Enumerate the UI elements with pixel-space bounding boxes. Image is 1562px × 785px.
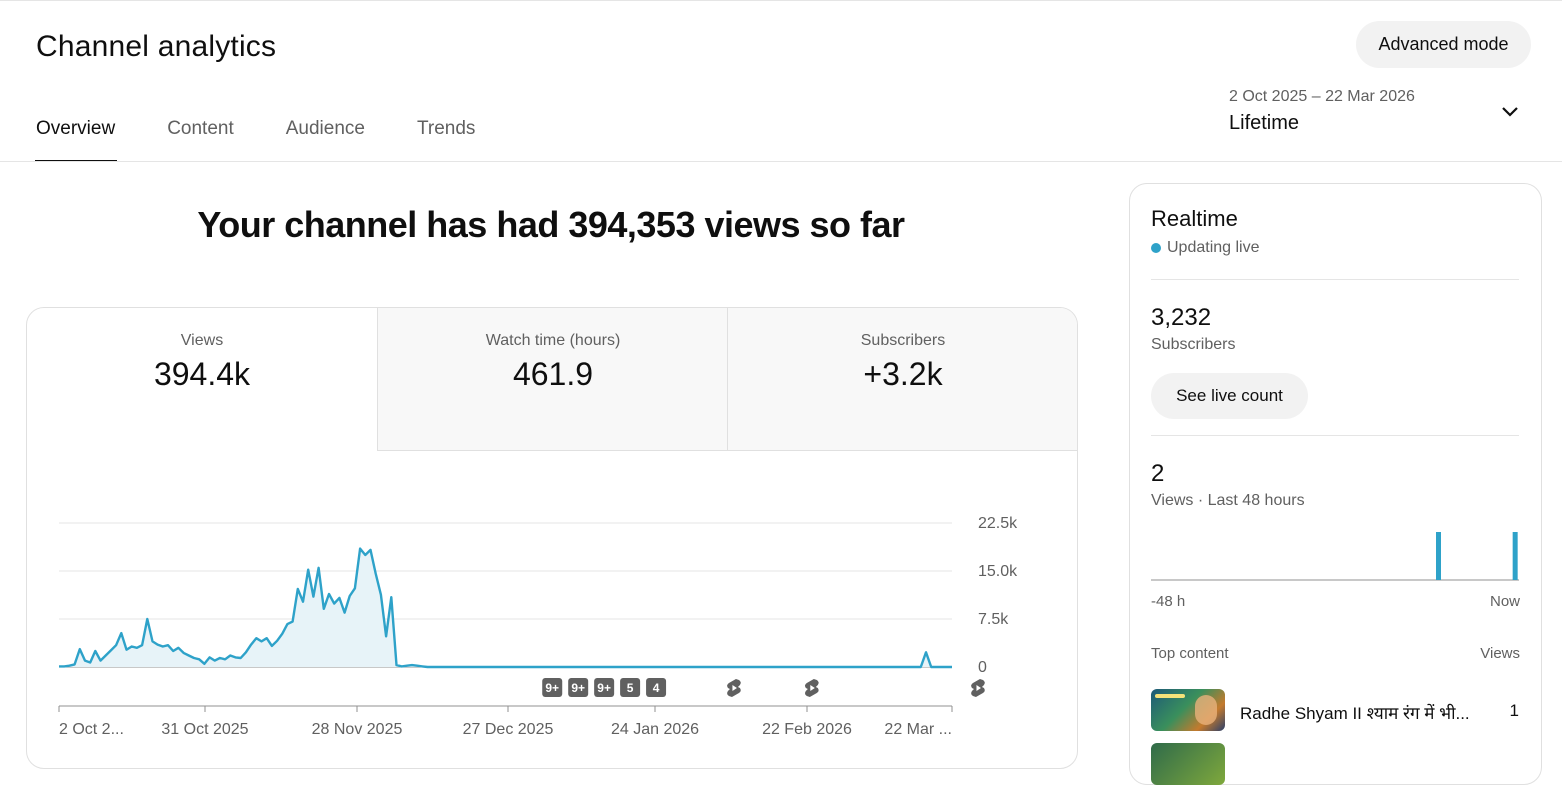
y-tick-label: 0: [978, 659, 987, 676]
shorts-icon: [805, 679, 819, 697]
realtime-panel: Realtime Updating live 3,232 Subscribers…: [1129, 183, 1542, 785]
advanced-mode-button[interactable]: Advanced mode: [1356, 21, 1531, 68]
x-tick-label: 31 Oct 2025: [161, 721, 248, 738]
top-content-row[interactable]: Radhe Shyam II श्याम रंग में भी... 1: [1151, 689, 1519, 733]
overview-chart-card: Views 394.4k Watch time (hours) 461.9 Su…: [26, 307, 1078, 769]
realtime-bar: [1512, 532, 1518, 580]
date-range-text: 2 Oct 2025 – 22 Mar 2026: [1229, 88, 1415, 105]
upload-marker-label: 9+: [597, 681, 611, 695]
chevron-down-icon: [1502, 107, 1518, 117]
tab-content[interactable]: Content: [167, 118, 234, 162]
upload-marker: 9+: [542, 678, 563, 697]
page-title: Channel analytics: [36, 30, 277, 63]
realtime-bar: [1436, 532, 1441, 580]
realtime-views-count: 2: [1151, 460, 1165, 487]
mini-axis-left: -48 h: [1151, 593, 1186, 610]
subscribers-count: 3,232: [1151, 304, 1212, 331]
y-tick-label: 22.5k: [978, 515, 1018, 532]
total-views-headline: Your channel has had 394,353 views so fa…: [197, 204, 905, 245]
realtime-title: Realtime: [1151, 206, 1238, 231]
upload-marker: 9+: [568, 678, 589, 697]
divider: [1151, 279, 1519, 280]
upload-marker-label: 4: [653, 681, 660, 695]
divider: [1151, 435, 1519, 436]
tab-audience[interactable]: Audience: [286, 118, 365, 162]
shorts-icon: [971, 679, 985, 697]
top-divider: [0, 0, 1562, 1]
subscribers-label: Subscribers: [1151, 336, 1236, 353]
x-tick-label: 24 Jan 2026: [611, 721, 699, 738]
tab-bar: Overview Content Audience Trends: [34, 118, 527, 162]
video-views: 1: [1509, 701, 1519, 720]
video-title: Radhe Shyam II श्याम रंग में भी...: [1240, 704, 1470, 723]
mini-axis-right: Now: [1489, 593, 1520, 610]
upload-marker-label: 9+: [545, 681, 559, 695]
upload-marker: 9+: [594, 678, 615, 697]
x-tick-label: 22 Feb 2026: [762, 721, 852, 738]
tabs-divider: [0, 161, 1562, 162]
realtime-views-label: Views · Last 48 hours: [1151, 492, 1305, 509]
realtime-bar-chart[interactable]: [1130, 524, 1541, 584]
upload-marker-label: 9+: [571, 681, 585, 695]
live-status: Updating live: [1151, 239, 1260, 257]
upload-marker: 5: [620, 678, 641, 697]
series-area: [59, 548, 952, 667]
upload-marker: 4: [646, 678, 667, 697]
video-thumbnail: [1151, 743, 1225, 785]
x-tick-label: 22 Mar ...: [884, 721, 952, 738]
series-line: [59, 547, 952, 669]
top-content-heading: Top content: [1151, 645, 1229, 662]
x-tick-label: 2 Oct 2...: [59, 721, 124, 738]
see-live-count-button[interactable]: See live count: [1151, 373, 1308, 419]
video-thumbnail: [1151, 689, 1225, 731]
upload-marker-label: 5: [627, 681, 634, 695]
x-tick-label: 28 Nov 2025: [312, 721, 403, 738]
shorts-icon: [727, 679, 741, 697]
live-status-text: Updating live: [1167, 239, 1260, 256]
views-line-chart[interactable]: 07.5k15.0k22.5k9+9+9+5422 Oct 2...31 Oct…: [27, 308, 1077, 768]
tab-trends[interactable]: Trends: [417, 118, 475, 162]
x-tick-label: 27 Dec 2025: [463, 721, 554, 738]
date-range-picker[interactable]: 2 Oct 2025 – 22 Mar 2026 Lifetime: [1229, 88, 1529, 142]
y-tick-label: 15.0k: [978, 563, 1018, 580]
date-range-label: Lifetime: [1229, 112, 1300, 134]
y-tick-label: 7.5k: [978, 611, 1009, 628]
top-content-views-heading: Views: [1480, 645, 1520, 662]
live-dot-icon: [1151, 243, 1161, 253]
tab-overview[interactable]: Overview: [34, 118, 118, 162]
